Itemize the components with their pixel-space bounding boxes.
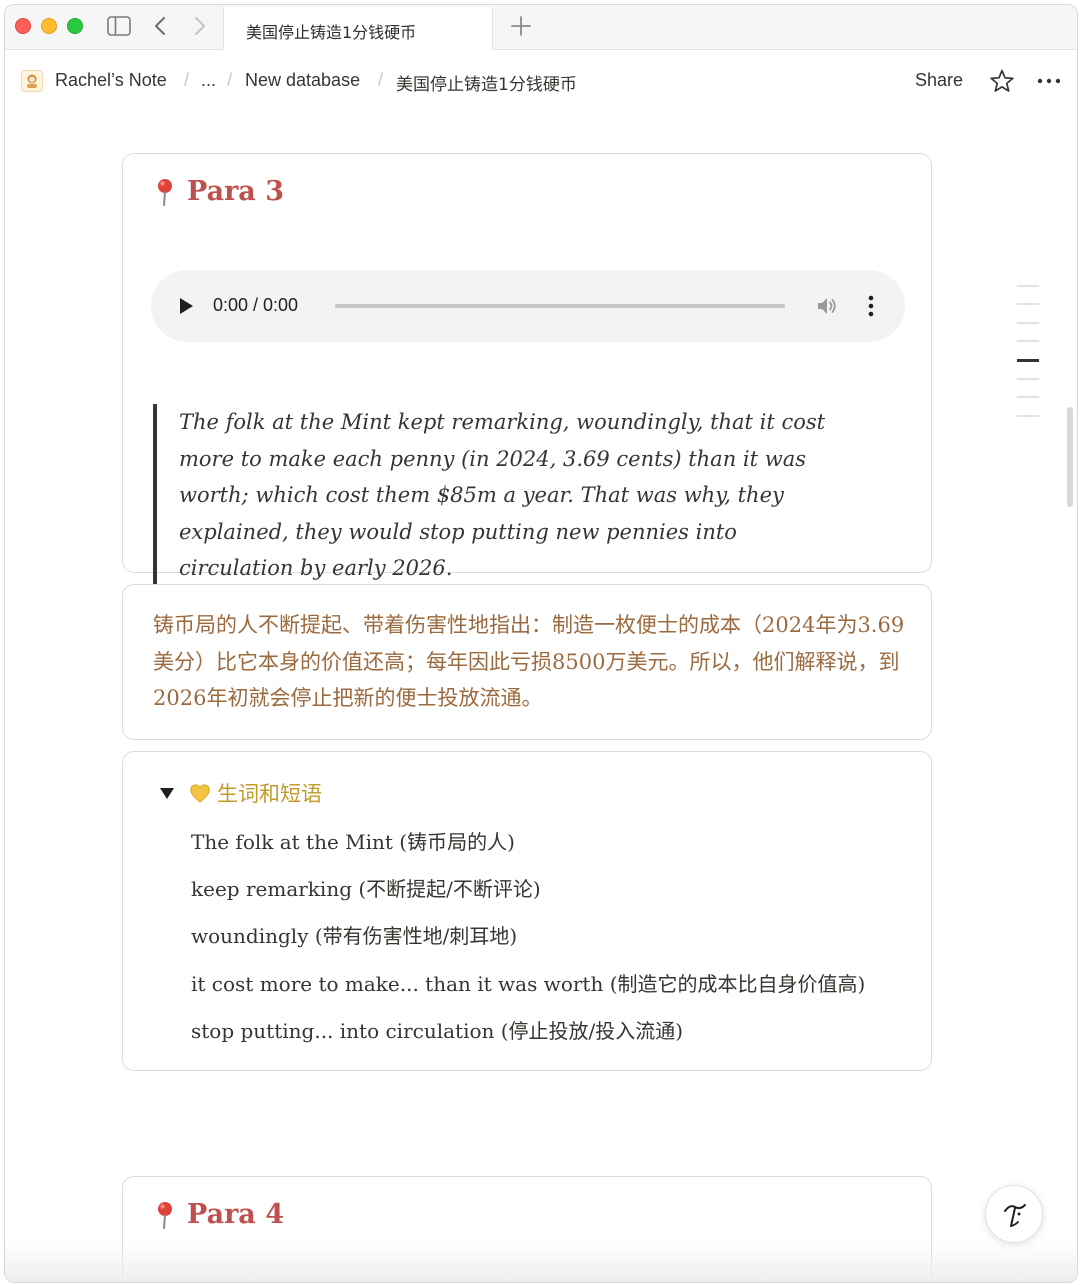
vocab-item: keep remarking (不断提起/不断评论) bbox=[191, 877, 541, 902]
forward-arrow-icon[interactable] bbox=[187, 14, 211, 38]
outline-marker[interactable] bbox=[1017, 340, 1039, 342]
audio-player[interactable]: 0:00 / 0:00 bbox=[151, 270, 905, 342]
breadcrumb-separator: / bbox=[184, 70, 190, 90]
tab-active[interactable]: 美国停止铸造1分钱硬币 bbox=[223, 7, 493, 50]
vocab-title: 生词和短语 bbox=[217, 782, 322, 806]
notion-ai-button[interactable] bbox=[985, 1185, 1043, 1243]
tab-bar: 美国停止铸造1分钱硬币 bbox=[5, 5, 1077, 50]
outline-marker[interactable] bbox=[1017, 285, 1039, 287]
vocab-card: 生词和短语 The folk at the Mint (铸币局的人) keep … bbox=[122, 751, 932, 1071]
volume-icon[interactable] bbox=[815, 294, 839, 318]
para-heading: Para 4 bbox=[153, 1199, 284, 1230]
round-pushpin-icon bbox=[158, 1201, 172, 1229]
favorite-star-icon[interactable] bbox=[989, 68, 1015, 94]
close-window-button[interactable] bbox=[15, 18, 31, 34]
breadcrumb-separator: / bbox=[378, 70, 384, 90]
outline-marker-active[interactable] bbox=[1017, 359, 1039, 362]
audio-time: 0:00 / 0:00 bbox=[213, 295, 299, 315]
share-button[interactable]: Share bbox=[915, 70, 963, 91]
para-title: Para 4 bbox=[187, 1199, 284, 1230]
breadcrumb-database[interactable]: New database bbox=[245, 70, 360, 91]
outline-marker[interactable] bbox=[1017, 322, 1039, 324]
yellow-heart-icon bbox=[190, 784, 210, 803]
vocab-toggle[interactable]: 生词和短语 bbox=[159, 778, 322, 808]
breadcrumb-page[interactable]: 美国停止铸造1分钱硬币 bbox=[396, 70, 577, 95]
scrollbar-thumb[interactable] bbox=[1067, 407, 1073, 507]
outline-marker[interactable] bbox=[1017, 415, 1039, 417]
toggle-triangle-down-icon[interactable] bbox=[159, 785, 175, 801]
translation-card: 铸币局的人不断提起、带着伤害性地指出：制造一枚便士的成本（2024年为3.69美… bbox=[122, 584, 932, 740]
workspace-avatar-icon[interactable] bbox=[21, 70, 43, 92]
breadcrumb-ellipsis[interactable]: ... bbox=[201, 70, 216, 91]
para-3-card: Para 3 0:00 / 0:00 The folk at the Mint … bbox=[122, 153, 932, 587]
translation-text: 铸币局的人不断提起、带着伤害性地指出：制造一枚便士的成本（2024年为3.69美… bbox=[153, 613, 905, 710]
breadcrumb-separator: / bbox=[227, 70, 233, 90]
zoom-window-button[interactable] bbox=[67, 18, 83, 34]
ai-face-icon bbox=[1004, 1204, 1026, 1227]
more-options-icon[interactable] bbox=[1035, 68, 1063, 94]
play-icon[interactable] bbox=[177, 296, 195, 316]
back-arrow-icon[interactable] bbox=[149, 14, 173, 38]
quote-block: The folk at the Mint kept remarking, wou… bbox=[153, 404, 853, 587]
minimize-window-button[interactable] bbox=[41, 18, 57, 34]
sidebar-toggle-icon[interactable] bbox=[107, 16, 131, 36]
outline-marker[interactable] bbox=[1017, 396, 1039, 398]
browser-window: 美国停止铸造1分钱硬币 Rachel’s Note / ... / New da… bbox=[4, 4, 1078, 1283]
round-pushpin-icon bbox=[158, 178, 172, 206]
bottom-shadow bbox=[5, 1242, 1077, 1282]
outline-marker[interactable] bbox=[1017, 303, 1039, 305]
vocab-item: woundingly (带有伤害性地/刺耳地) bbox=[191, 924, 518, 949]
vocab-list: The folk at the Mint (铸币局的人) keep remark… bbox=[191, 824, 865, 1060]
audio-more-options-icon[interactable] bbox=[863, 294, 879, 318]
para-heading: Para 3 bbox=[153, 176, 284, 207]
vocab-item: The folk at the Mint (铸币局的人) bbox=[191, 830, 515, 854]
breadcrumb-workspace[interactable]: Rachel’s Note bbox=[55, 70, 167, 91]
tab-title: 美国停止铸造1分钱硬币 bbox=[246, 23, 417, 42]
vocab-item: stop putting... into circulation (停止投放/投… bbox=[191, 1018, 684, 1043]
audio-seek-bar[interactable] bbox=[335, 304, 785, 308]
vocab-item: it cost more to make... than it was wort… bbox=[191, 971, 866, 996]
new-tab-plus-icon[interactable] bbox=[509, 14, 533, 38]
outline-marker[interactable] bbox=[1017, 378, 1039, 380]
page-topbar: Rachel’s Note / ... / New database / 美国停… bbox=[5, 50, 1077, 112]
para-title: Para 3 bbox=[187, 176, 284, 207]
